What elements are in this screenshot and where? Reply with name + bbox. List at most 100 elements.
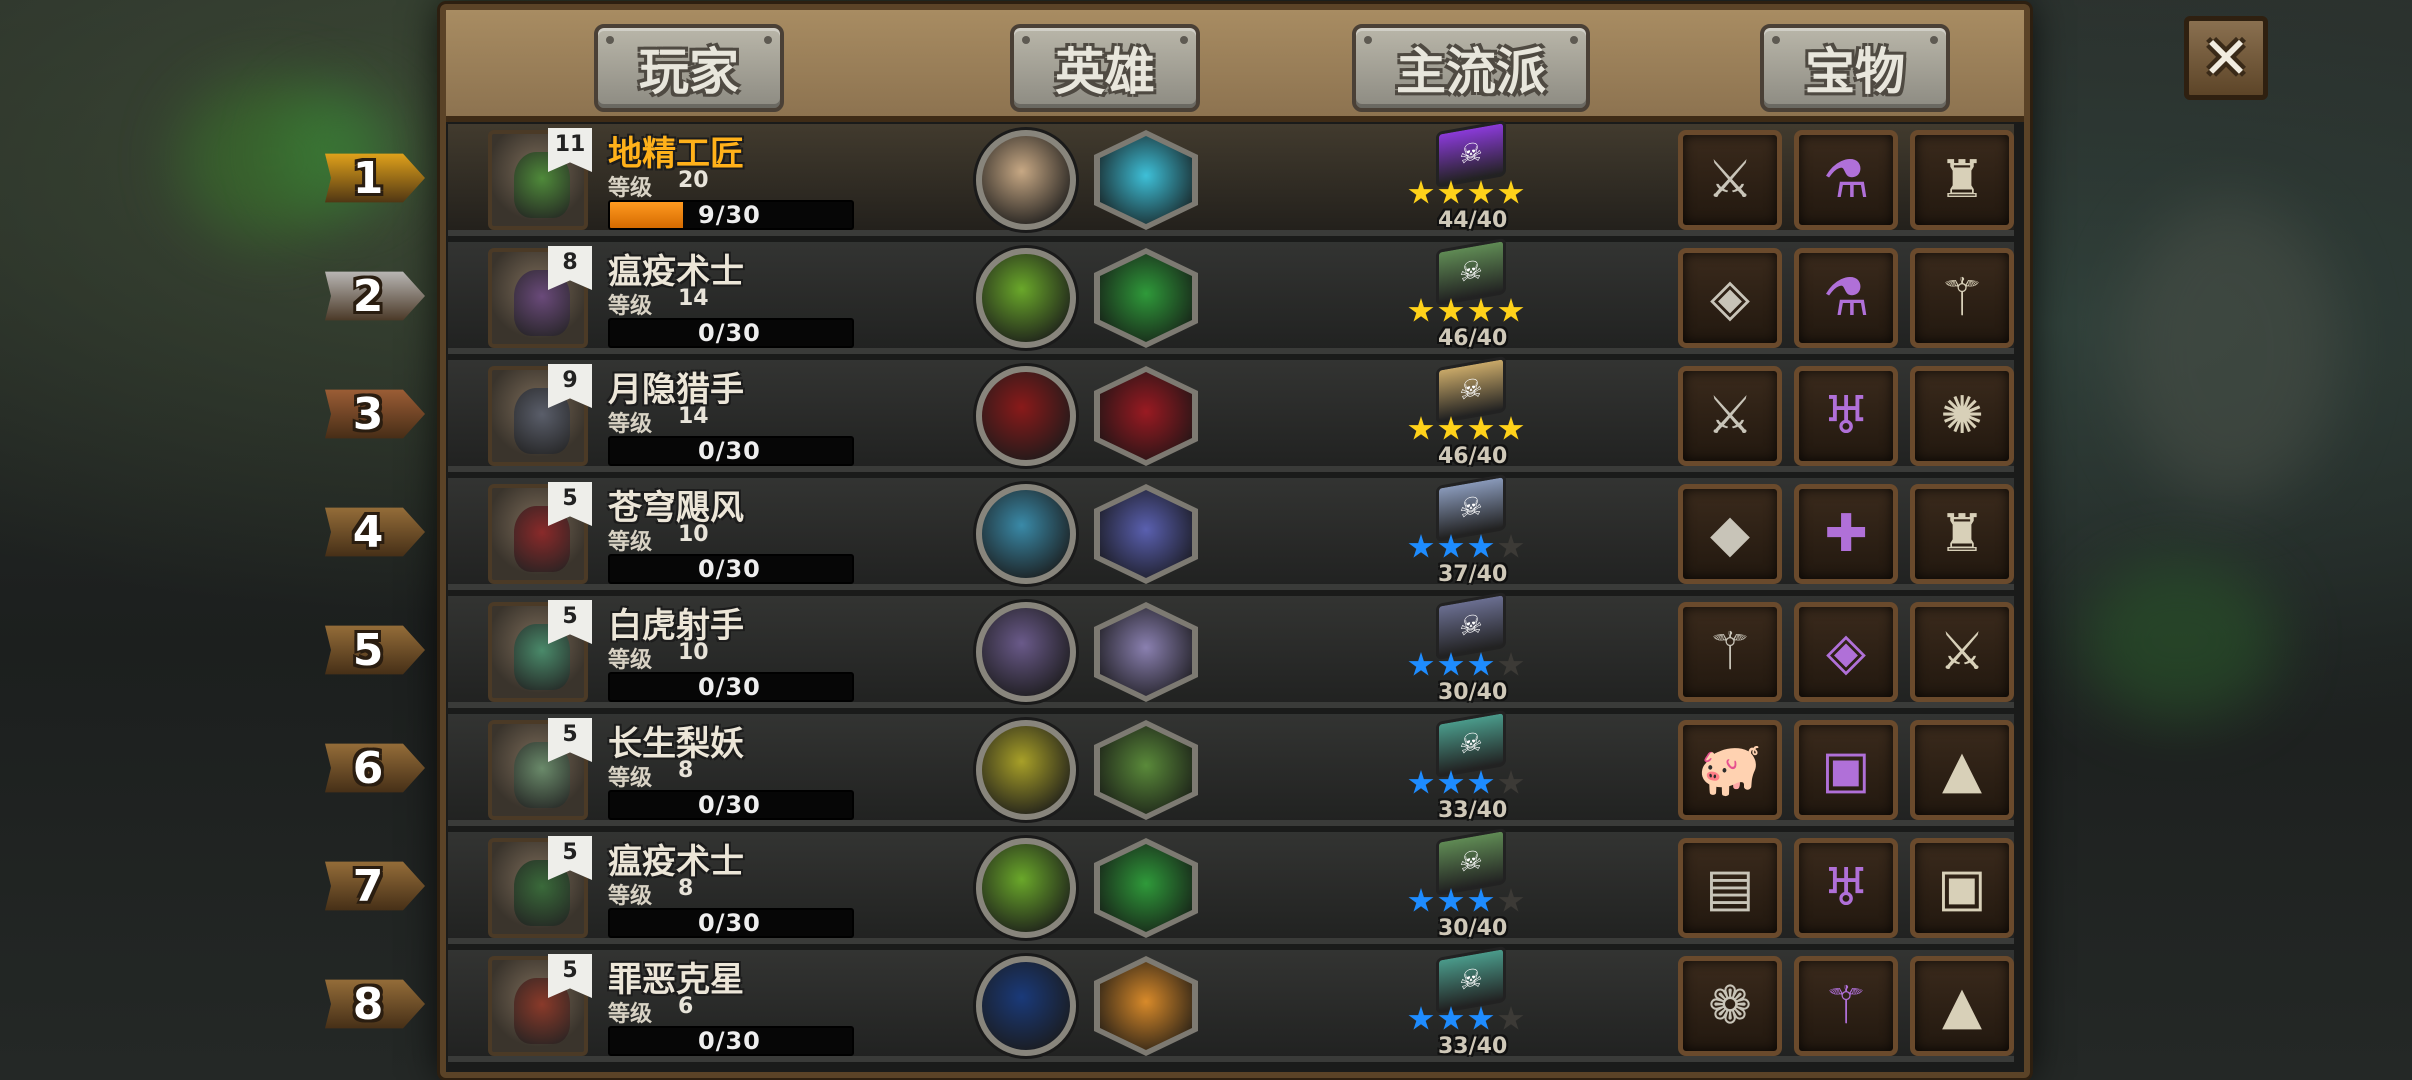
treasure-slot[interactable]: ◈ <box>1678 248 1782 348</box>
star-icon <box>1438 888 1464 912</box>
treasure-slot[interactable]: ♜ <box>1910 130 2014 230</box>
build-score: 46/40 <box>1438 444 1508 469</box>
plague-bulb-icon[interactable] <box>976 248 1076 348</box>
treasure-slot[interactable]: ✚ <box>1794 484 1898 584</box>
green-crystal-icon: ◆ <box>1710 504 1750 564</box>
blue-star-icon[interactable] <box>976 956 1076 1056</box>
build-book-icon[interactable]: ☠ <box>1436 237 1506 307</box>
treasure-slot[interactable]: ⚗ <box>1794 130 1898 230</box>
claw-slash-icon[interactable] <box>976 366 1076 466</box>
rank-badge: 6 <box>325 743 425 793</box>
white-flame-icon[interactable] <box>1094 602 1198 702</box>
level-value: 20 <box>678 168 709 193</box>
wolf-head-icon[interactable] <box>1094 366 1198 466</box>
treasure-slot[interactable]: ◈ <box>1794 602 1898 702</box>
ranking-row[interactable]: 5 瘟疫术士 等级 8 0/30 ☠ 30/40 ▤ ♅ ▣ <box>448 827 2014 944</box>
green-flask-icon: ⚗ <box>1822 268 1870 328</box>
star-icon <box>1498 416 1524 440</box>
build-book-icon[interactable]: ☠ <box>1436 709 1506 779</box>
treasure-slot[interactable]: ♅ <box>1794 366 1898 466</box>
treasure-slot[interactable]: ▣ <box>1794 720 1898 820</box>
star-icon <box>1408 888 1434 912</box>
pear-spirit-icon[interactable] <box>976 720 1076 820</box>
leaf-swirl-icon[interactable] <box>1094 720 1198 820</box>
star-icon <box>1438 770 1464 794</box>
treasure-slot[interactable]: ▲ <box>1910 956 2014 1056</box>
level-label: 等级 <box>608 412 653 437</box>
sunburst-icon[interactable] <box>1094 956 1198 1056</box>
tech-arrow-icon[interactable] <box>1094 130 1198 230</box>
star-icon <box>1438 534 1464 558</box>
star-icon <box>1498 180 1524 204</box>
star-icon <box>1498 770 1524 794</box>
treasure-slot[interactable]: 🐖 <box>1678 720 1782 820</box>
build-book-icon[interactable]: ☠ <box>1436 945 1506 1015</box>
treasure-slot[interactable]: ❁ <box>1678 956 1782 1056</box>
star-icon <box>1498 298 1524 322</box>
treasure-slot[interactable]: ▤ <box>1678 838 1782 938</box>
gear-icon[interactable] <box>976 130 1076 230</box>
green-spores-icon[interactable] <box>1094 248 1198 348</box>
rating-stars <box>1408 770 1524 796</box>
xp-progress-text: 0/30 <box>698 319 761 347</box>
rating-stars <box>1408 180 1524 206</box>
star-icon <box>1438 298 1464 322</box>
treasure-slot[interactable]: ⚚ <box>1794 956 1898 1056</box>
treasure-slot[interactable]: ⚔ <box>1910 602 2014 702</box>
treasure-slot[interactable]: ⚔ <box>1678 366 1782 466</box>
star-icon <box>1498 1006 1524 1030</box>
build-book-icon[interactable]: ☠ <box>1436 355 1506 425</box>
star-icon <box>1468 180 1494 204</box>
treasure-slot[interactable]: ⚗ <box>1794 248 1898 348</box>
whirlwind-icon[interactable] <box>976 484 1076 584</box>
star-icon <box>1408 180 1434 204</box>
treasure-slot[interactable]: ⚚ <box>1910 248 2014 348</box>
star-icon <box>1468 534 1494 558</box>
star-icon <box>1468 416 1494 440</box>
hex-skill-fill <box>1100 490 1192 578</box>
hero-name: 长生梨妖 <box>608 724 744 764</box>
xp-progress-bar: 0/30 <box>608 908 854 938</box>
ranking-row[interactable]: 11 地精工匠 等级 20 9/30 ☠ 44/40 ⚔ ⚗ ♜ <box>448 119 2014 236</box>
star-icon <box>1498 888 1524 912</box>
build-book-icon[interactable]: ☠ <box>1436 591 1506 661</box>
ranking-row[interactable]: 9 月隐猎手 等级 14 0/30 ☠ 46/40 ⚔ ♅ ✺ <box>448 355 2014 472</box>
star-icon <box>1408 416 1434 440</box>
ranking-row[interactable]: 5 苍穹飓风 等级 10 0/30 ☠ 37/40 ◆ ✚ ♜ <box>448 473 2014 590</box>
treasure-slot[interactable]: ◆ <box>1678 484 1782 584</box>
red-hood-icon: ▲ <box>1942 740 1982 800</box>
level-value: 6 <box>678 994 694 1019</box>
ranking-row[interactable]: 5 白虎射手 等级 10 0/30 ☠ 30/40 ⚚ ◈ ⚔ <box>448 591 2014 708</box>
star-icon <box>1468 652 1494 676</box>
green-spores-icon[interactable] <box>1094 838 1198 938</box>
treasure-slot[interactable]: ✺ <box>1910 366 2014 466</box>
stone-statue-icon: ♜ <box>1938 504 1986 564</box>
blue-gust-icon[interactable] <box>1094 484 1198 584</box>
level-label: 等级 <box>608 176 653 201</box>
ranking-row[interactable]: 5 长生梨妖 等级 8 0/30 ☠ 33/40 🐖 ▣ ▲ <box>448 709 2014 826</box>
rating-stars <box>1408 416 1524 442</box>
build-book-icon[interactable]: ☠ <box>1436 119 1506 189</box>
hero-name: 月隐猎手 <box>608 370 744 410</box>
plague-bulb-icon[interactable] <box>976 838 1076 938</box>
treasure-slot[interactable]: ▣ <box>1910 838 2014 938</box>
spear-icon: ⚔ <box>1938 622 1986 682</box>
treasure-slot[interactable]: ♜ <box>1910 484 2014 584</box>
stone-statue-icon: ♜ <box>1938 150 1986 210</box>
xp-progress-bar: 0/30 <box>608 1026 854 1056</box>
ranking-row[interactable]: 5 罪恶克星 等级 6 0/30 ☠ 33/40 ❁ ⚚ ▲ <box>448 945 2014 1062</box>
level-label: 等级 <box>608 1002 653 1027</box>
rating-stars <box>1408 888 1524 914</box>
star-icon <box>1468 770 1494 794</box>
triple-arrow-icon[interactable] <box>976 602 1076 702</box>
treasure-slot[interactable]: ▲ <box>1910 720 2014 820</box>
star-icon <box>1468 1006 1494 1030</box>
rank-badge: 4 <box>325 507 425 557</box>
build-book-icon[interactable]: ☠ <box>1436 473 1506 543</box>
treasure-slot[interactable]: ⚚ <box>1678 602 1782 702</box>
ranking-row[interactable]: 8 瘟疫术士 等级 14 0/30 ☠ 46/40 ◈ ⚗ ⚚ <box>448 237 2014 354</box>
build-book-icon[interactable]: ☠ <box>1436 827 1506 897</box>
red-hood-icon: ▲ <box>1942 976 1982 1036</box>
treasure-slot[interactable]: ⚔ <box>1678 130 1782 230</box>
treasure-slot[interactable]: ♅ <box>1794 838 1898 938</box>
